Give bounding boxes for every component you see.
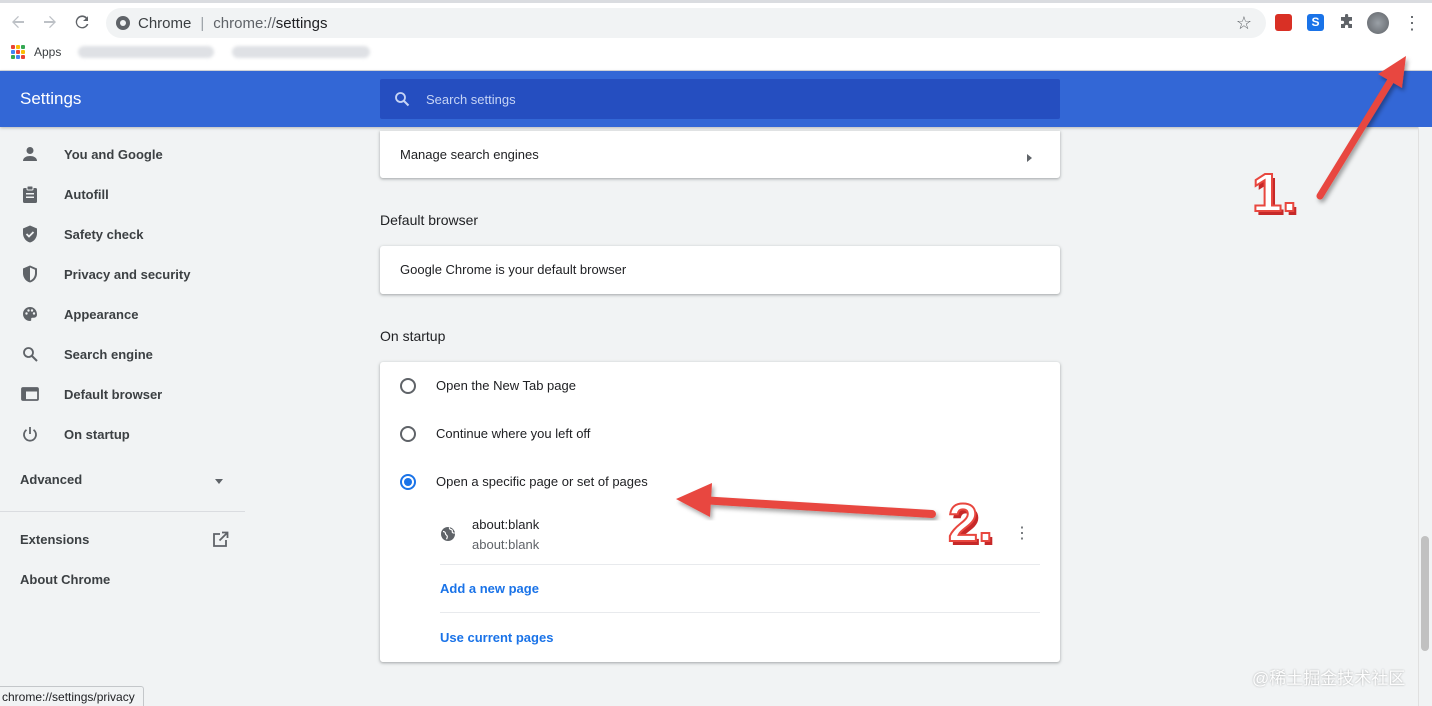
sidebar-item-on-startup[interactable]: On startup [0, 414, 245, 454]
sidebar-item-appearance[interactable]: Appearance [0, 294, 245, 334]
open-in-new-icon[interactable] [212, 531, 229, 548]
url-host: settings [275, 14, 328, 32]
bookmark-item-blurred[interactable] [78, 46, 214, 58]
annotation-step-2: 2. [947, 492, 994, 554]
extension-s-icon[interactable]: S [1307, 14, 1324, 31]
use-current-pages-button[interactable]: Use current pages [440, 630, 553, 645]
browser-toolbar: Chrome | chrome:// settings ☆ S ⋮ [0, 0, 1432, 40]
sidebar-item-label: Search engine [64, 346, 153, 362]
url-scheme: chrome:// [213, 14, 276, 32]
radio-label-continue[interactable]: Continue where you left off [436, 426, 590, 441]
radio-new-tab-page[interactable] [400, 378, 416, 394]
chrome-menu-icon[interactable]: ⋮ [1403, 13, 1421, 33]
apps-label[interactable]: Apps [34, 45, 61, 59]
watermark: @稀土掘金技术社区 [1252, 669, 1406, 688]
bookmark-item-blurred[interactable] [232, 46, 370, 58]
sidebar-item-label: Privacy and security [64, 266, 191, 282]
sidebar-item-label: You and Google [64, 146, 163, 162]
default-browser-heading: Default browser [380, 212, 479, 228]
reload-icon [75, 15, 89, 29]
site-name: Chrome [138, 14, 192, 32]
add-new-page-button[interactable]: Add a new page [440, 581, 539, 596]
clipboard-icon [21, 185, 39, 203]
sidebar-advanced-toggle[interactable]: Advanced [20, 472, 82, 487]
startup-page-title: about:blank [472, 517, 540, 532]
reload-button[interactable] [72, 12, 92, 32]
on-startup-heading: On startup [380, 328, 446, 344]
power-icon [21, 425, 39, 443]
search-icon [394, 91, 410, 107]
sidebar-item-label: Appearance [64, 306, 139, 322]
sidebar-extensions-link[interactable]: Extensions [20, 532, 89, 547]
back-button[interactable] [8, 12, 28, 32]
row-divider [440, 564, 1040, 565]
arrow-left-icon [12, 16, 24, 28]
search-icon [21, 345, 39, 363]
chrome-site-icon [116, 16, 130, 30]
settings-title: Settings [20, 89, 82, 108]
omnibox-separator: | [200, 14, 205, 32]
row-divider [440, 612, 1040, 613]
radio-label-new-tab-page[interactable]: Open the New Tab page [436, 378, 576, 393]
arrow-right-icon [44, 16, 56, 28]
bookmark-star-icon[interactable]: ☆ [1236, 13, 1252, 33]
sidebar-item-label: Default browser [64, 386, 163, 402]
omnibox[interactable]: Chrome | chrome:// settings ☆ [106, 8, 1266, 38]
default-browser-card: Google Chrome is your default browser [380, 246, 1060, 294]
startup-page-url: about:blank [472, 537, 540, 552]
sidebar-item-search-engine[interactable]: Search engine [0, 334, 245, 374]
chevron-right-icon [1027, 154, 1032, 162]
extensions-puzzle-icon[interactable] [1339, 13, 1356, 31]
radio-specific-pages[interactable] [400, 474, 416, 490]
sidebar-item-label: Safety check [64, 226, 144, 242]
palette-icon [21, 305, 39, 323]
settings-search-input[interactable] [426, 91, 1026, 107]
radio-continue-where-left-off[interactable] [400, 426, 416, 442]
bookmarks-bar: Apps [0, 40, 1432, 71]
browser-window-icon [21, 385, 39, 403]
sidebar-divider [0, 511, 245, 512]
caret-down-icon[interactable] [215, 479, 223, 484]
more-actions-icon[interactable]: ⋮ [1014, 524, 1030, 544]
sidebar-item-privacy-and-security[interactable]: Privacy and security [0, 254, 245, 294]
profile-avatar[interactable] [1367, 12, 1389, 34]
shield-check-icon [21, 225, 39, 243]
status-url-bubble: chrome://settings/privacy [0, 686, 144, 706]
apps-grid-icon[interactable] [11, 45, 25, 59]
forward-button[interactable] [40, 12, 60, 32]
shield-icon [21, 265, 39, 283]
radio-label-specific-pages[interactable]: Open a specific page or set of pages [436, 474, 648, 489]
globe-icon [440, 526, 456, 542]
sidebar-about-chrome-link[interactable]: About Chrome [20, 572, 110, 587]
scrollbar-thumb[interactable] [1421, 536, 1429, 651]
manage-search-engines-label: Manage search engines [400, 147, 539, 162]
extension-red-icon[interactable] [1275, 14, 1292, 31]
sidebar-item-you-and-google[interactable]: You and Google [0, 134, 245, 174]
sidebar-item-safety-check[interactable]: Safety check [0, 214, 245, 254]
annotation-step-1: 1. [1251, 162, 1298, 224]
sidebar-item-label: On startup [64, 426, 130, 442]
sidebar-item-autofill[interactable]: Autofill [0, 174, 245, 214]
sidebar-item-label: Autofill [64, 186, 109, 202]
settings-sidebar: You and Google Autofill Safety check Pri… [0, 127, 245, 706]
default-browser-status: Google Chrome is your default browser [400, 262, 627, 277]
person-icon [21, 145, 39, 163]
manage-search-engines-card[interactable]: Manage search engines [380, 131, 1060, 178]
sidebar-item-default-browser[interactable]: Default browser [0, 374, 245, 414]
settings-header: Settings [0, 71, 1432, 127]
settings-search-box[interactable] [380, 79, 1060, 119]
